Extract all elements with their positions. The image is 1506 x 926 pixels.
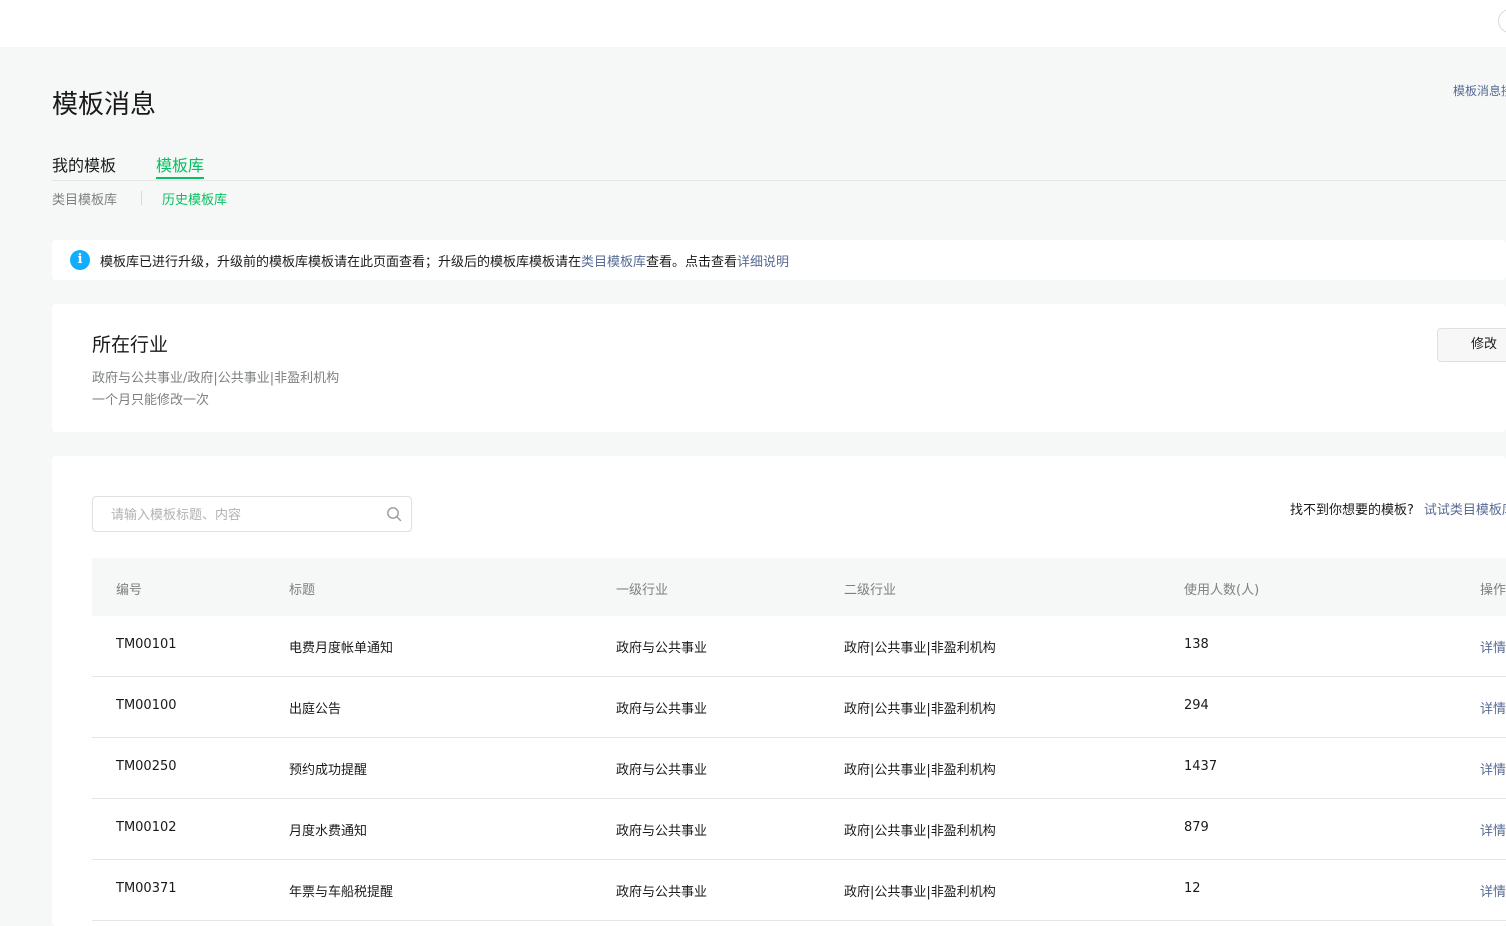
tab-template-library[interactable]: 模板库 xyxy=(156,152,205,179)
table-row: TM00100 出庭公告 政府与公共事业 政府|公共事业|非盈利机构 294 详… xyxy=(92,677,1506,738)
search-icon[interactable] xyxy=(386,506,402,522)
cant-find-hint: 找不到你想要的模板? 试试类目模板库 xyxy=(1290,499,1506,518)
search-input[interactable] xyxy=(109,505,373,525)
info-icon: i xyxy=(70,250,90,270)
column-header-industry-2: 二级行业 xyxy=(844,583,897,598)
cell-users: 1437 xyxy=(1184,759,1218,774)
column-header-id: 编号 xyxy=(116,583,143,598)
cell-industry-2: 政府|公共事业|非盈利机构 xyxy=(844,824,996,839)
table-row: TM00101 电费月度帐单通知 政府与公共事业 政府|公共事业|非盈利机构 1… xyxy=(92,616,1506,677)
subtab-history-library[interactable]: 历史模板库 xyxy=(162,189,227,208)
cell-industry-2: 政府|公共事业|非盈利机构 xyxy=(844,885,996,900)
column-header-action: 操作 xyxy=(1480,583,1506,598)
cell-id: TM00250 xyxy=(116,759,177,774)
column-header-title: 标题 xyxy=(289,583,316,598)
cell-users: 879 xyxy=(1184,820,1209,835)
cell-title: 年票与车船税提醒 xyxy=(289,885,394,900)
table-row: TM00102 月度水费通知 政府与公共事业 政府|公共事业|非盈利机构 879… xyxy=(92,799,1506,860)
notice-text-before: 模板库已进行升级，升级前的模板库模板请在此页面查看；升级后的模板库模板请在 xyxy=(100,255,582,270)
avatar[interactable] xyxy=(1498,9,1506,33)
interface-doc-link[interactable]: 模板消息接口文档 xyxy=(1453,82,1506,99)
cell-title: 月度水费通知 xyxy=(289,824,368,839)
industry-value: 政府与公共事业/政府|公共事业|非盈利机构 xyxy=(92,371,340,386)
cell-id: TM00102 xyxy=(116,820,177,835)
top-navigation-bar xyxy=(0,0,1506,47)
details-link[interactable]: 详情 xyxy=(1480,820,1506,839)
main-tabs: 我的模板 模板库 xyxy=(52,150,1506,181)
table-row: TM00250 预约成功提醒 政府与公共事业 政府|公共事业|非盈利机构 143… xyxy=(92,738,1506,799)
subtab-category-library[interactable]: 类目模板库 xyxy=(52,189,117,208)
cell-title: 预约成功提醒 xyxy=(289,763,368,778)
tab-my-templates[interactable]: 我的模板 xyxy=(52,152,116,176)
details-link[interactable]: 详情 xyxy=(1480,698,1506,717)
tab-template-library-label: 模板库 xyxy=(156,156,205,175)
table-header: 编号 标题 一级行业 二级行业 使用人数(人) 操作 xyxy=(92,558,1506,616)
cell-id: TM00101 xyxy=(116,637,177,652)
cell-title: 电费月度帐单通知 xyxy=(289,641,394,656)
edit-industry-button[interactable]: 修改 xyxy=(1437,328,1506,362)
cell-industry-2: 政府|公共事业|非盈利机构 xyxy=(844,702,996,717)
cell-id: TM00100 xyxy=(116,698,177,713)
cell-industry-1: 政府与公共事业 xyxy=(616,824,708,839)
industry-hint: 一个月只能修改一次 xyxy=(92,393,210,408)
table-row: TM00371 年票与车船税提醒 政府与公共事业 政府|公共事业|非盈利机构 1… xyxy=(92,860,1506,921)
template-list-card: 找不到你想要的模板? 试试类目模板库 编号 标题 一级行业 二级行业 使用人数(人… xyxy=(52,456,1506,926)
industry-title: 所在行业 xyxy=(92,334,169,356)
notice-text: 模板库已进行升级，升级前的模板库模板请在此页面查看；升级后的模板库模板请在类目模… xyxy=(100,251,789,270)
upgrade-notice: i 模板库已进行升级，升级前的模板库模板请在此页面查看；升级后的模板库模板请在类… xyxy=(52,240,1506,280)
cell-industry-1: 政府与公共事业 xyxy=(616,885,708,900)
cell-industry-1: 政府与公共事业 xyxy=(616,702,708,717)
cant-find-question: 找不到你想要的模板? xyxy=(1290,503,1414,518)
notice-category-library-link[interactable]: 类目模板库 xyxy=(581,255,646,270)
cell-users: 294 xyxy=(1184,698,1209,713)
column-header-industry-1: 一级行业 xyxy=(616,583,669,598)
cell-id: TM00371 xyxy=(116,881,177,896)
subtab-divider xyxy=(141,191,142,205)
notice-text-middle: 查看。点击查看 xyxy=(646,255,738,270)
cell-industry-1: 政府与公共事业 xyxy=(616,641,708,656)
industry-card: 所在行业 政府与公共事业/政府|公共事业|非盈利机构 一个月只能修改一次 修改 xyxy=(52,304,1506,432)
details-link[interactable]: 详情 xyxy=(1480,759,1506,778)
details-link[interactable]: 详情 xyxy=(1480,881,1506,900)
page-title: 模板消息 xyxy=(52,90,157,120)
cell-industry-1: 政府与公共事业 xyxy=(616,763,708,778)
active-tab-indicator xyxy=(156,177,205,179)
search-box xyxy=(92,496,412,532)
notice-details-link[interactable]: 详细说明 xyxy=(737,255,789,270)
cell-users: 138 xyxy=(1184,637,1209,652)
try-category-library-link[interactable]: 试试类目模板库 xyxy=(1424,503,1506,518)
cell-users: 12 xyxy=(1184,881,1201,896)
details-link[interactable]: 详情 xyxy=(1480,637,1506,656)
cell-title: 出庭公告 xyxy=(289,702,342,717)
column-header-users: 使用人数(人) xyxy=(1184,583,1260,598)
cell-industry-2: 政府|公共事业|非盈利机构 xyxy=(844,763,996,778)
cell-industry-2: 政府|公共事业|非盈利机构 xyxy=(844,641,996,656)
